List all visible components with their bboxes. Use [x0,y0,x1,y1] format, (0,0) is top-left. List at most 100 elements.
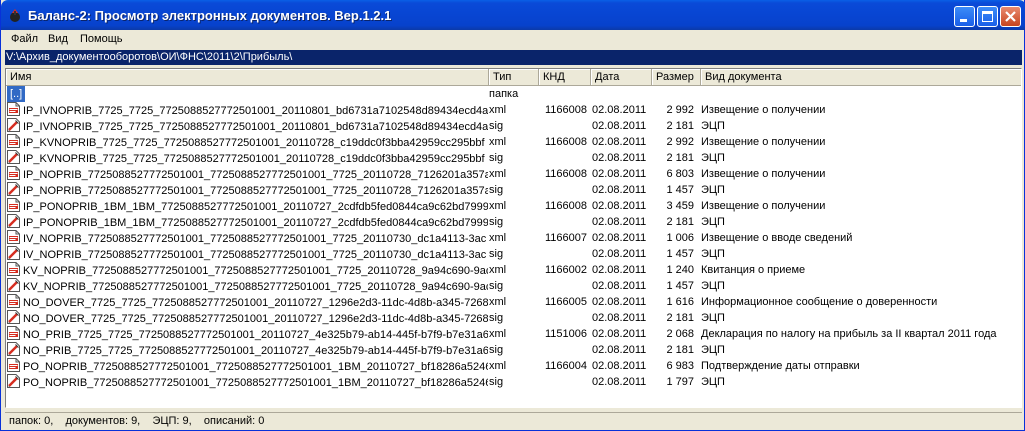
cell-date [592,86,652,102]
cell-knd [539,342,589,358]
cell-date: 02.08.2011 [592,280,647,292]
cell-doc-kind: Информационное сообщение о доверенности [701,296,938,308]
table-row[interactable]: IP_IVNOPRIB_7725_7725_772508852777250100… [6,102,1021,118]
cell-type: sig [489,312,504,324]
table-row[interactable]: IP_NOPRIB_7725088527772501001_7725088527… [6,182,1021,198]
file-name: [..] [7,86,26,102]
cell-date: 02.08.2011 [592,136,647,148]
table-row[interactable]: NO_DOVER_7725_7725_7725088527772501001_2… [6,294,1021,310]
file-name: IP_KVNOPRIB_7725_7725_772508852777250100… [23,153,485,165]
column-header-size[interactable]: Размер [652,69,701,86]
table-row[interactable]: KV_NOPRIB_7725088527772501001_7725088527… [6,278,1021,294]
table-row[interactable]: IP_IVNOPRIB_7725_7725_772508852777250100… [6,118,1021,134]
table-row[interactable]: IP_KVNOPRIB_7725_7725_772508852777250100… [6,134,1021,150]
cell-doc-kind: Извещение о получении [701,136,826,148]
menu-bar: Файл Вид Помощь [5,30,1022,49]
sig-file-icon [7,182,20,196]
cell-size: 2 068 [666,328,694,340]
cell-name: IP_PONOPRIB_1BM_1BM_7725088527772501001_… [7,198,488,214]
cell-size: 2 181 [666,152,694,164]
file-name: IP_KVNOPRIB_7725_7725_772508852777250100… [23,137,485,149]
file-name: PO_NOPRIB_7725088527772501001_7725088527… [23,377,488,389]
cell-type: xml [489,136,507,148]
table-row[interactable]: NO_PRIB_7725_7725_7725088527772501001_20… [6,342,1021,358]
cell-doc-kind: Квитанция о приеме [701,264,806,276]
cell-type: sig [489,216,504,228]
cell-date: 02.08.2011 [592,184,647,196]
file-list[interactable]: Имя Тип КНД Дата Размер Вид документа [.… [5,68,1022,408]
minimize-button[interactable] [954,6,975,27]
sig-file-icon [7,374,20,388]
cell-size: 6 983 [666,360,694,372]
table-row[interactable]: IP_KVNOPRIB_7725_7725_772508852777250100… [6,150,1021,166]
xml-file-icon [7,198,20,212]
cell-type: xml [489,200,507,212]
cell-knd: 1166002 [544,264,587,276]
cell-doc-kind: Декларация по налогу на прибыль за II кв… [701,328,997,340]
cell-knd [539,310,589,326]
cell-date: 02.08.2011 [592,232,647,244]
cell-knd: 1166004 [544,360,587,372]
column-header-date[interactable]: Дата [591,69,652,86]
file-name: IP_PONOPRIB_1BM_1BM_7725088527772501001_… [23,201,488,213]
file-name: IV_NOPRIB_7725088527772501001_7725088527… [23,233,487,245]
table-row[interactable]: [..] папка [6,86,1021,102]
cell-doc-kind: ЭЦП [701,248,725,260]
maximize-button[interactable] [977,6,998,27]
cell-date: 02.08.2011 [592,376,647,388]
cell-size: 2 181 [666,312,694,324]
cell-name: KV_NOPRIB_7725088527772501001_7725088527… [7,262,488,278]
table-row[interactable]: PO_NOPRIB_7725088527772501001_7725088527… [6,374,1021,390]
cell-size: 2 992 [666,104,694,116]
table-row[interactable]: IP_PONOPRIB_1BM_1BM_7725088527772501001_… [6,214,1021,230]
app-icon[interactable] [7,7,23,23]
cell-type: xml [489,328,507,340]
column-header-type[interactable]: Тип [489,69,539,86]
column-header-doc-kind[interactable]: Вид документа [701,69,1021,86]
column-header-name[interactable]: Имя [6,69,489,86]
cell-type: xml [489,296,507,308]
menu-file[interactable]: Файл [11,33,38,45]
cell-type: папка [489,88,519,100]
cell-doc-kind: ЭЦП [701,120,725,132]
cell-type: sig [489,184,504,196]
minimize-icon [960,19,967,22]
cell-size: 2 181 [666,344,694,356]
cell-doc-kind: ЭЦП [701,312,725,324]
path-bar: V:\Архив_документооборотов\ОИ\ФНС\2011\2… [5,50,1022,65]
column-header-knd[interactable]: КНД [539,69,591,86]
window-title: Баланс-2: Просмотр электронных документо… [28,8,392,23]
cell-name: NO_PRIB_7725_7725_7725088527772501001_20… [7,326,488,342]
table-row[interactable]: NO_PRIB_7725_7725_7725088527772501001_20… [6,326,1021,342]
cell-type: sig [489,120,504,132]
cell-name: IP_KVNOPRIB_7725_7725_772508852777250100… [7,150,488,166]
xml-file-icon [7,134,20,148]
cell-type: xml [489,232,507,244]
file-name: IP_NOPRIB_7725088527772501001_7725088527… [23,185,488,197]
file-name: IP_NOPRIB_7725088527772501001_7725088527… [23,169,488,181]
close-button[interactable] [1000,6,1021,27]
table-row[interactable]: IP_NOPRIB_7725088527772501001_7725088527… [6,166,1021,182]
xml-file-icon [7,358,20,372]
menu-help[interactable]: Помощь [80,33,123,45]
table-row[interactable]: IV_NOPRIB_7725088527772501001_7725088527… [6,246,1021,262]
cell-knd [539,182,589,198]
cell-size: 2 992 [666,136,694,148]
cell-name: NO_DOVER_7725_7725_7725088527772501001_2… [7,310,488,326]
cell-date: 02.08.2011 [592,248,647,260]
cell-knd: 1166008 [544,136,587,148]
table-row[interactable]: NO_DOVER_7725_7725_7725088527772501001_2… [6,310,1021,326]
cell-doc-kind: Извещение о получении [701,104,826,116]
cell-date: 02.08.2011 [592,168,647,180]
table-row[interactable]: PO_NOPRIB_7725088527772501001_7725088527… [6,358,1021,374]
menu-view[interactable]: Вид [48,33,68,45]
cell-knd: 1166008 [544,200,587,212]
cell-knd: 1166008 [544,104,587,116]
file-name: PO_NOPRIB_7725088527772501001_7725088527… [23,361,488,373]
table-row[interactable]: KV_NOPRIB_7725088527772501001_7725088527… [6,262,1021,278]
title-bar[interactable]: Баланс-2: Просмотр электронных документо… [1,0,1025,30]
table-row[interactable]: IP_PONOPRIB_1BM_1BM_7725088527772501001_… [6,198,1021,214]
cell-name: IP_NOPRIB_7725088527772501001_7725088527… [7,182,488,198]
table-row[interactable]: IV_NOPRIB_7725088527772501001_7725088527… [6,230,1021,246]
cell-knd [539,278,589,294]
